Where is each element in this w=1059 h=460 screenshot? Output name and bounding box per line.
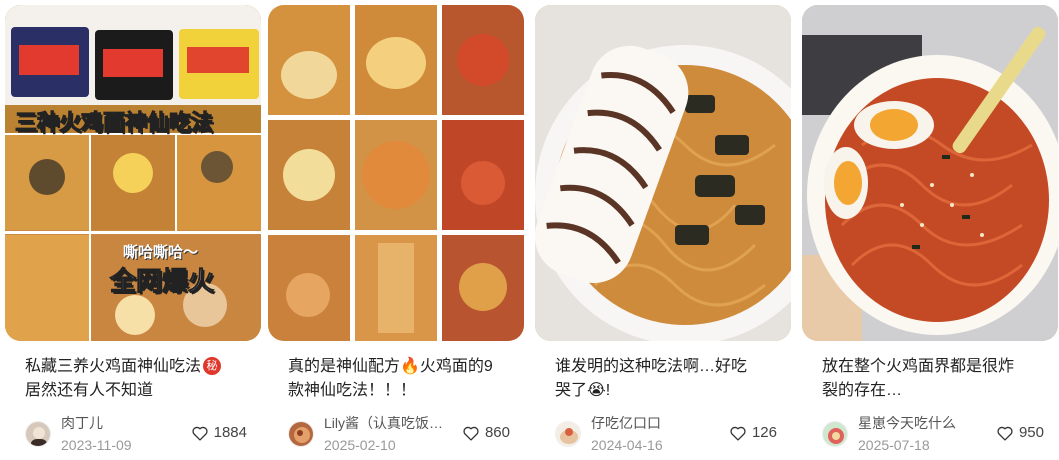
title-line-2: 哭了😭!: [555, 382, 611, 399]
like-button[interactable]: 1884: [191, 424, 247, 441]
post-date: 2024-04-16: [591, 437, 663, 453]
avatar[interactable]: [555, 421, 581, 447]
note-card[interactable]: 真的是神仙配方🔥火鸡面的9 款神仙吃法！！！ Lily酱（认真吃饭… 2025-…: [268, 0, 524, 460]
cover-image[interactable]: [535, 5, 791, 341]
heart-icon: [463, 426, 479, 441]
note-card[interactable]: 谁发明的这种吃法啊…好吃 哭了😭! 仔吃亿口口 2024-04-16 126: [535, 0, 791, 460]
title-line-2: 裂的存在…: [822, 382, 903, 399]
post-date: 2025-07-18: [858, 437, 930, 453]
avatar[interactable]: [288, 421, 314, 447]
cover-image[interactable]: [802, 5, 1058, 341]
post-date: 2025-02-10: [324, 437, 396, 453]
like-count: 126: [751, 424, 777, 441]
like-button[interactable]: 860: [462, 424, 510, 441]
like-count: 950: [1018, 424, 1044, 441]
heart-icon: [192, 426, 208, 441]
title-line-1: 私藏三养火鸡面神仙吃法: [25, 358, 202, 375]
note-card[interactable]: 三种火鸡面神仙吃法 嘶哈嘶哈～ 全网爆火 私藏三养火鸡面神仙吃法秘 居然还有人不…: [5, 0, 261, 460]
cover-headline: 全网爆火: [109, 267, 215, 298]
like-count: 860: [484, 424, 510, 441]
cover-image[interactable]: [268, 5, 524, 341]
note-card[interactable]: 放在整个火鸡面界都是很炸 裂的存在… 星崽今天吃什么 2025-07-18 95…: [802, 0, 1058, 460]
feed-grid: 三种火鸡面神仙吃法 嘶哈嘶哈～ 全网爆火 私藏三养火鸡面神仙吃法秘 居然还有人不…: [0, 0, 1059, 460]
title-line-2: 居然还有人不知道: [25, 382, 154, 399]
like-count: 1884: [213, 424, 247, 441]
like-button[interactable]: 950: [996, 424, 1044, 441]
author-name[interactable]: Lily酱（认真吃饭…: [324, 414, 443, 432]
secret-badge: 秘: [203, 357, 222, 375]
note-title[interactable]: 放在整个火鸡面界都是很炸 裂的存在…: [822, 355, 1054, 403]
heart-icon: [730, 426, 746, 441]
note-title[interactable]: 私藏三养火鸡面神仙吃法秘 居然还有人不知道: [25, 355, 257, 403]
title-line-1: 放在整个火鸡面界都是很炸: [822, 358, 1015, 375]
author-name[interactable]: 肉丁儿: [61, 414, 103, 432]
post-date: 2023-11-09: [61, 437, 132, 453]
author-name[interactable]: 星崽今天吃什么: [858, 414, 956, 432]
avatar[interactable]: [25, 421, 51, 447]
cover-title: 三种火鸡面神仙吃法: [14, 111, 214, 137]
heart-icon: [997, 426, 1013, 441]
cover-image[interactable]: 三种火鸡面神仙吃法 嘶哈嘶哈～ 全网爆火: [5, 5, 261, 341]
title-line-1: 真的是神仙配方🔥火鸡面的9: [288, 358, 493, 375]
note-title[interactable]: 真的是神仙配方🔥火鸡面的9 款神仙吃法！！！: [288, 355, 520, 403]
cover-subtitle: 嘶哈嘶哈～: [123, 243, 199, 261]
like-button[interactable]: 126: [729, 424, 777, 441]
title-line-2: 款神仙吃法！！！: [288, 382, 417, 399]
author-name[interactable]: 仔吃亿口口: [591, 414, 661, 432]
avatar[interactable]: [822, 421, 848, 447]
title-line-1: 谁发明的这种吃法啊…好吃: [555, 358, 748, 375]
note-title[interactable]: 谁发明的这种吃法啊…好吃 哭了😭!: [555, 355, 787, 403]
